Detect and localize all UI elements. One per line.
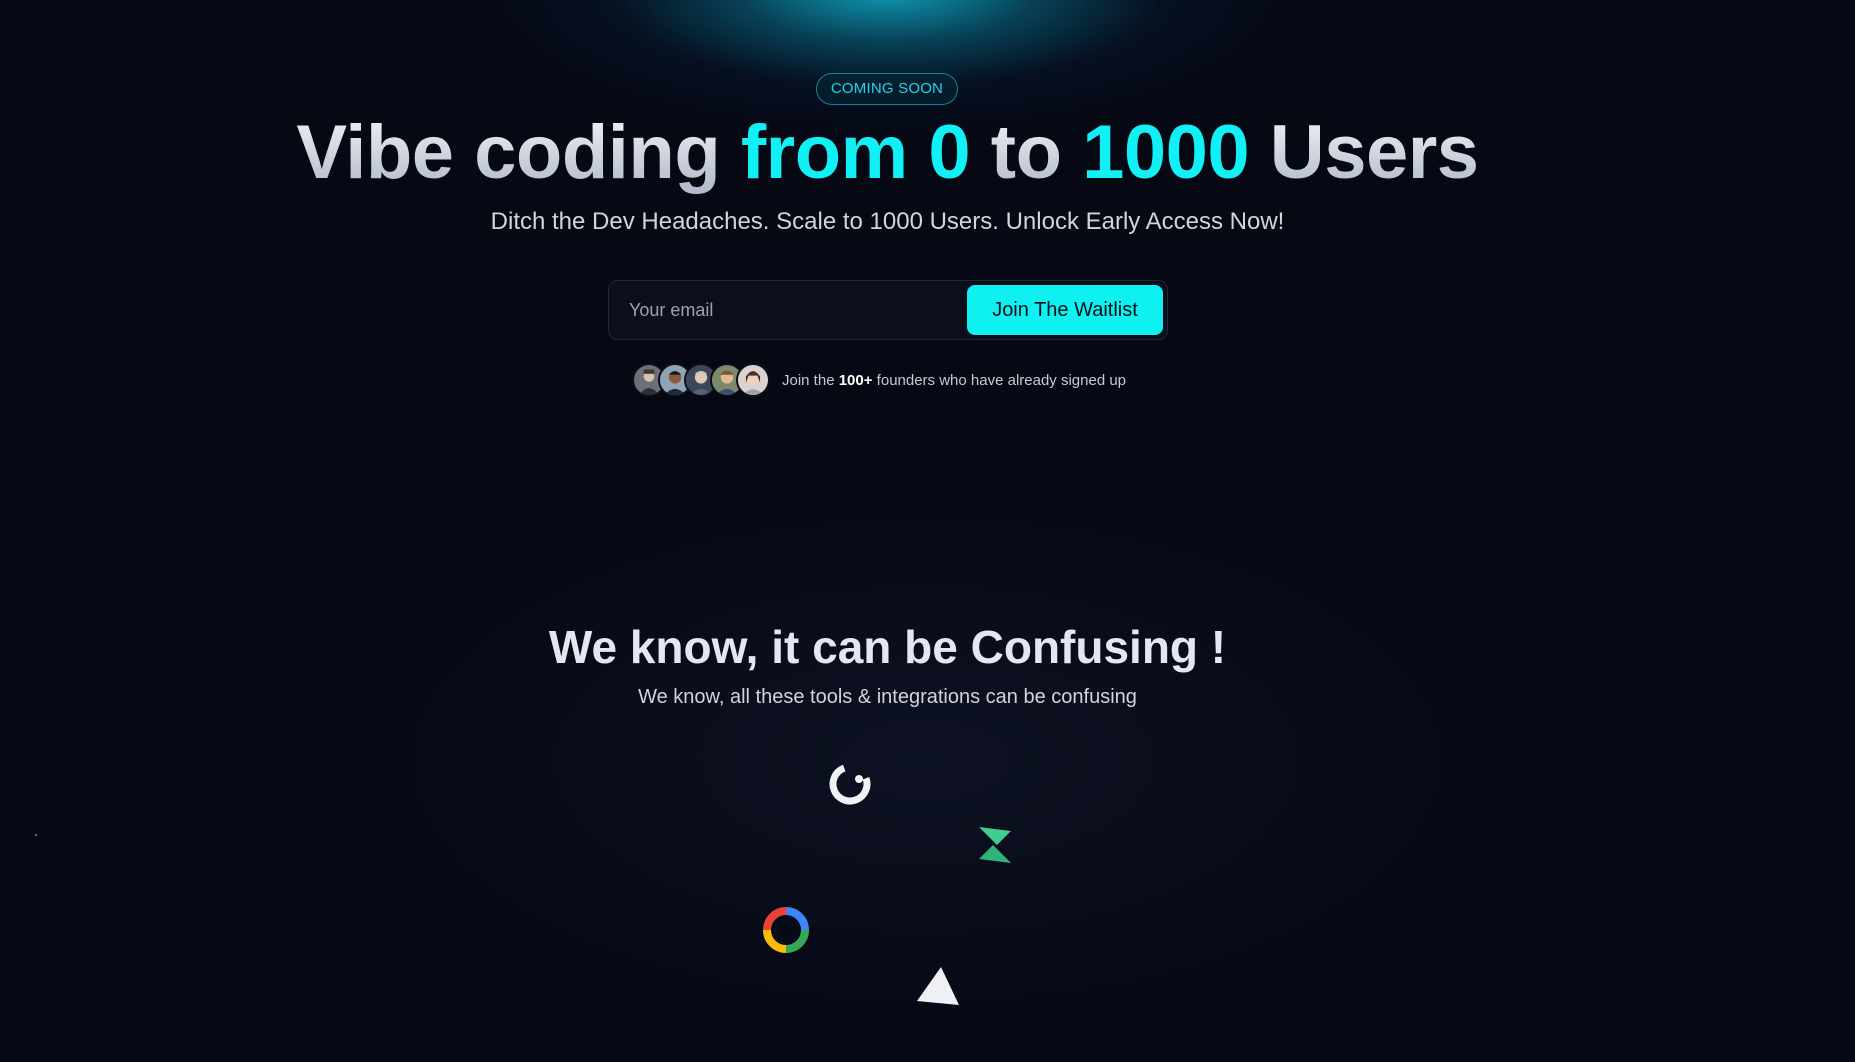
headline-part-3: to (970, 110, 1083, 195)
signup-count: 100+ (838, 371, 873, 389)
triangle-logo-icon (915, 965, 961, 1007)
avatar-stack (632, 363, 770, 397)
coming-soon-badge: COMING SOON (816, 73, 958, 105)
waitlist-form: Join The Waitlist (608, 280, 1168, 340)
landing-page: COMING SOON Vibe coding from 0 to 1000 U… (0, 0, 1855, 1062)
headline-part-2: from 0 (740, 110, 971, 195)
avatar (736, 363, 770, 397)
social-proof-text: Join the 100+ founders who have already … (782, 372, 1126, 389)
social-proof: Join the 100+ founders who have already … (632, 362, 1126, 398)
hero-headline: Vibe coding from 0 to 1000 Users (0, 108, 1775, 198)
google-ring-icon (763, 907, 809, 953)
social-proof-prefix: Join the (782, 371, 839, 389)
bolt-logo-icon (973, 823, 1017, 867)
join-waitlist-button[interactable]: Join The Waitlist (967, 285, 1163, 335)
social-proof-suffix: founders who have already signed up (872, 371, 1127, 389)
circular-logo-icon (826, 760, 874, 808)
headline-part-5: Users (1249, 110, 1479, 195)
accent-dot (35, 834, 37, 836)
headline-part-4: 1000 (1082, 110, 1250, 195)
email-input[interactable] (611, 283, 961, 337)
headline-part-1: Vibe coding (296, 110, 741, 195)
section-subtitle: We know, all these tools & integrations … (638, 686, 1137, 708)
section-title: We know, it can be Confusing ! (548, 621, 1227, 673)
hero-subheadline: Ditch the Dev Headaches. Scale to 1000 U… (490, 208, 1285, 235)
